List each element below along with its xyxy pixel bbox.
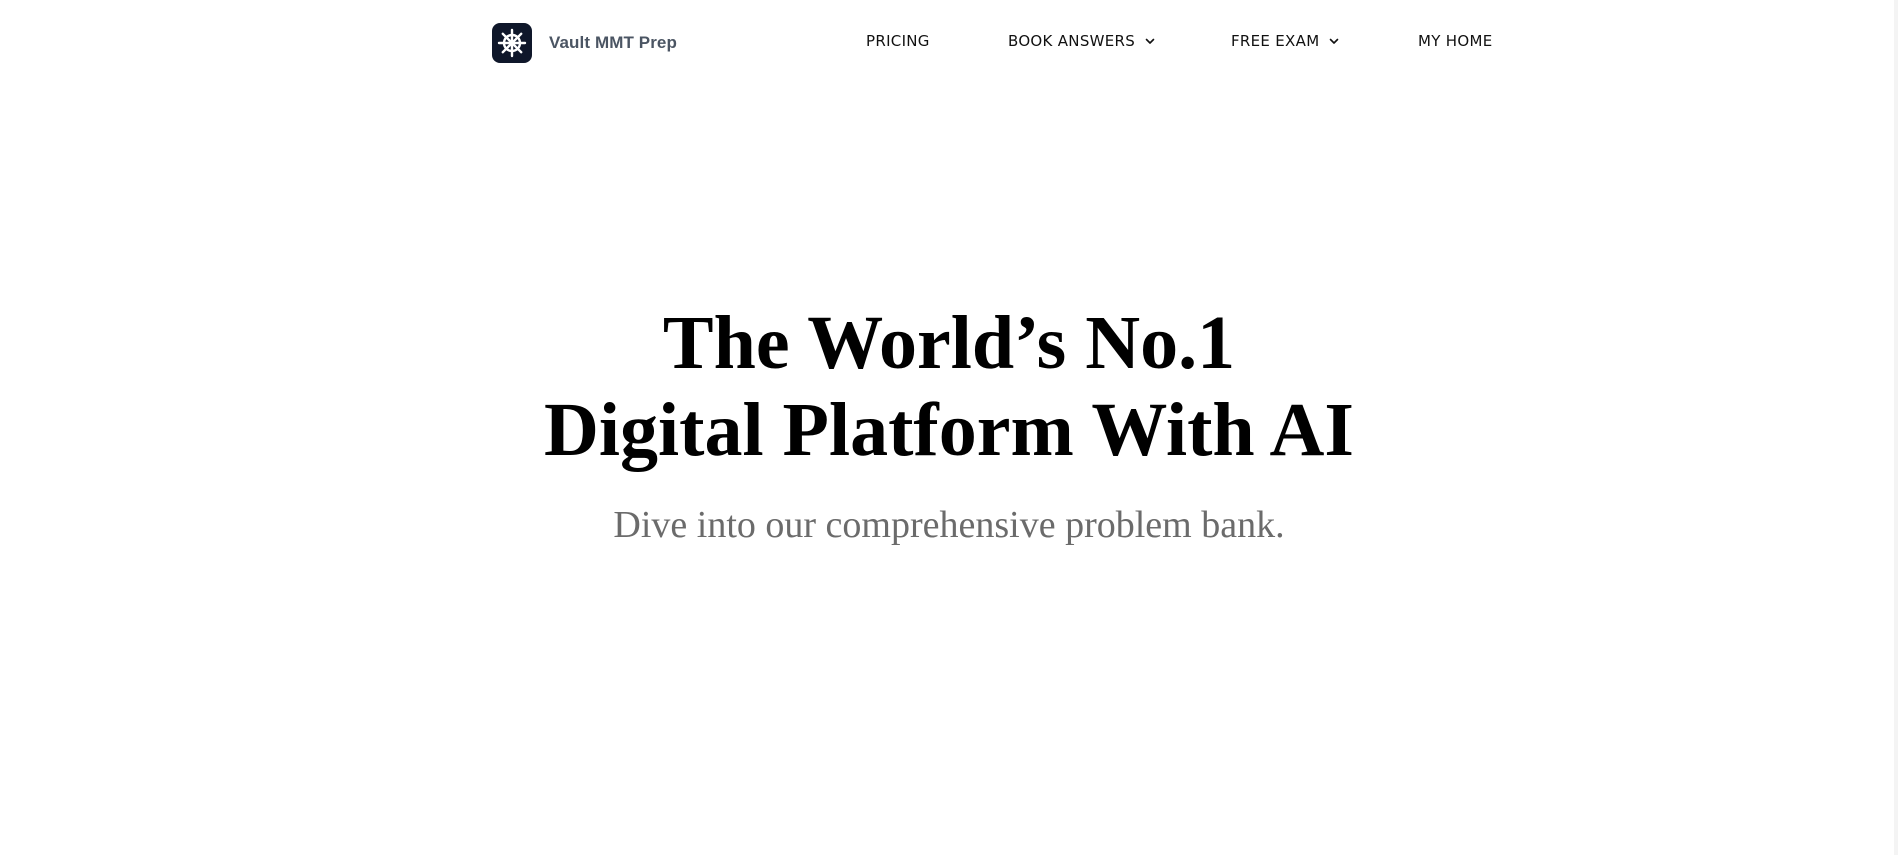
hero-subtitle: Dive into our comprehensive problem bank… bbox=[613, 504, 1285, 546]
nav-book-answers-label: BOOK ANSWERS bbox=[1008, 32, 1136, 50]
page: Vault MMT Prep PRICING BOOK ANSWERS FREE… bbox=[0, 0, 1898, 855]
chevron-down-icon bbox=[1145, 38, 1155, 44]
nav-my-home-link[interactable]: MY HOME bbox=[1418, 32, 1492, 50]
site-header: Vault MMT Prep PRICING BOOK ANSWERS FREE… bbox=[0, 0, 1898, 86]
hero-title-line-2: Digital Platform With AI bbox=[544, 388, 1354, 472]
nav-my-home-label: MY HOME bbox=[1418, 32, 1493, 50]
nav-free-exam-label: FREE EXAM bbox=[1231, 32, 1320, 50]
hero-title-line-1: The World’s No.1 bbox=[662, 301, 1236, 385]
nav-book-answers-dropdown[interactable]: BOOK ANSWERS bbox=[1008, 32, 1156, 50]
nav-free-exam-dropdown[interactable]: FREE EXAM bbox=[1231, 32, 1340, 50]
hero-title: The World’s No.1 Digital Platform With A… bbox=[0, 300, 1898, 474]
nav-pricing-label: PRICING bbox=[866, 32, 930, 50]
hero-section: The World’s No.1 Digital Platform With A… bbox=[0, 300, 1898, 547]
page-scrollbar[interactable] bbox=[1894, 0, 1898, 855]
chevron-down-icon bbox=[1330, 38, 1339, 44]
main-nav: PRICING BOOK ANSWERS FREE EXAM MY HOME bbox=[0, 0, 1898, 86]
nav-pricing-link[interactable]: PRICING bbox=[866, 32, 930, 50]
